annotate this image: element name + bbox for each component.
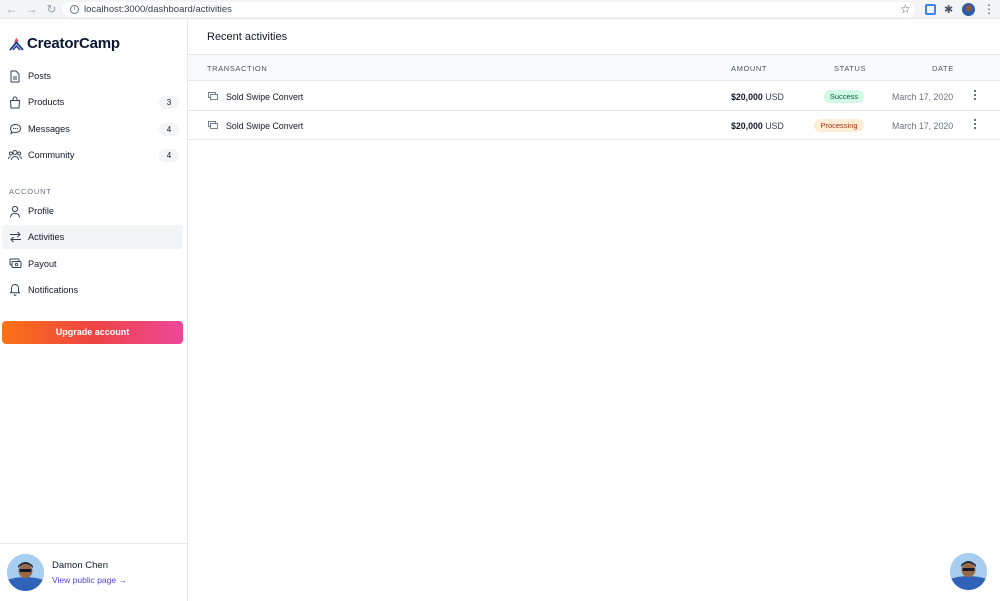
page-title: Recent activities (207, 31, 288, 43)
address-bar[interactable]: i localhost:3000/dashboard/activities (62, 2, 915, 17)
count-badge: 4 (159, 148, 179, 162)
sidebar: CreatorCamp Posts Products 3 Messages 4 (0, 20, 188, 601)
table-header: TRANSACTION AMOUNT STATUS DATE (188, 54, 1000, 81)
avatar[interactable] (7, 554, 44, 591)
amount: $20,000 USD (731, 121, 784, 131)
sidebar-item-payout[interactable]: Payout (2, 252, 183, 276)
sidebar-item-label: Posts (28, 71, 51, 81)
browser-menu-icon[interactable]: ⋮ (983, 2, 995, 16)
sidebar-item-activities[interactable]: Activities (2, 225, 183, 250)
user-profile-card: Damon Chen View public page → (0, 543, 188, 601)
user-name: Damon Chen (52, 560, 108, 571)
amount: $20,000 USD (731, 92, 784, 102)
campfire-logo-icon (9, 37, 24, 51)
account-section-label: ACCOUNT (9, 187, 52, 196)
sidebar-item-label: Profile (28, 206, 55, 216)
users-icon (8, 148, 22, 162)
more-options-icon[interactable] (970, 88, 980, 102)
browser-toolbar: ← → ↻ i localhost:3000/dashboard/activit… (0, 0, 1000, 19)
table-row[interactable]: Sold Swipe Convert $20,000 USD Processin… (188, 111, 1000, 140)
sidebar-item-label: Products (28, 97, 65, 108)
amount-value: $20,000 (731, 121, 763, 131)
sidebar-item-label: Messages (28, 123, 70, 134)
sidebar-item-label: Community (28, 149, 75, 160)
extension-icon[interactable] (925, 4, 936, 15)
amount-value: $20,000 (731, 92, 763, 102)
forward-icon[interactable]: → (23, 1, 40, 18)
status-badge: Success (824, 90, 864, 103)
sidebar-item-label: Payout (28, 258, 57, 269)
brand-name: CreatorCamp (27, 35, 120, 52)
column-header-transaction[interactable]: TRANSACTION (207, 64, 267, 73)
count-badge: 3 (159, 96, 179, 110)
cash-icon (8, 257, 22, 271)
status-badge: Processing (814, 119, 864, 132)
chat-icon (8, 122, 22, 136)
more-options-icon[interactable] (970, 117, 980, 131)
bag-icon (8, 95, 22, 109)
sidebar-item-profile[interactable]: Profile (2, 199, 183, 223)
cash-icon (208, 92, 218, 100)
sidebar-item-messages[interactable]: Messages 4 (2, 117, 183, 141)
column-header-status[interactable]: STATUS (834, 64, 866, 73)
sidebar-item-posts[interactable]: Posts (2, 64, 183, 88)
column-header-amount[interactable]: AMOUNT (731, 64, 767, 73)
transaction-date: March 17, 2020 (892, 92, 954, 102)
transaction-name: Sold Swipe Convert (226, 92, 304, 102)
url-text: localhost:3000/dashboard/activities (84, 4, 232, 15)
main-content: Recent activities TRANSACTION AMOUNT STA… (188, 20, 1000, 601)
column-header-date[interactable]: DATE (932, 64, 954, 73)
main-nav: Posts Products 3 Messages 4 Community 4 (2, 64, 183, 169)
user-icon (8, 204, 22, 218)
account-nav: Profile Activities Payout Notifications (2, 199, 183, 304)
info-icon[interactable]: i (70, 5, 79, 14)
switch-arrows-icon (8, 230, 22, 244)
currency: USD (765, 92, 784, 102)
table-row[interactable]: Sold Swipe Convert $20,000 USD Success M… (188, 82, 1000, 111)
document-icon (8, 69, 22, 83)
profile-avatar-icon[interactable] (962, 3, 975, 16)
view-public-page-link[interactable]: View public page → (52, 575, 127, 585)
sidebar-item-community[interactable]: Community 4 (2, 143, 183, 167)
count-badge: 4 (159, 122, 179, 136)
transaction-date: March 17, 2020 (892, 121, 954, 131)
sidebar-item-notifications[interactable]: Notifications (2, 278, 183, 302)
sidebar-item-label: Notifications (28, 284, 79, 295)
sidebar-item-products[interactable]: Products 3 (2, 90, 183, 114)
puzzle-icon[interactable]: ✱ (944, 3, 953, 16)
back-icon[interactable]: ← (3, 1, 20, 18)
bookmark-star-icon[interactable]: ☆ (900, 2, 911, 16)
cash-icon (208, 121, 218, 129)
upgrade-account-button[interactable]: Upgrade account (2, 321, 183, 344)
logo[interactable]: CreatorCamp (9, 35, 120, 52)
currency: USD (765, 121, 784, 131)
sidebar-item-label: Activities (28, 232, 65, 243)
bell-icon (8, 283, 22, 297)
reload-icon[interactable]: ↻ (43, 1, 60, 18)
floating-avatar[interactable] (950, 553, 987, 590)
transaction-name: Sold Swipe Convert (226, 121, 304, 131)
